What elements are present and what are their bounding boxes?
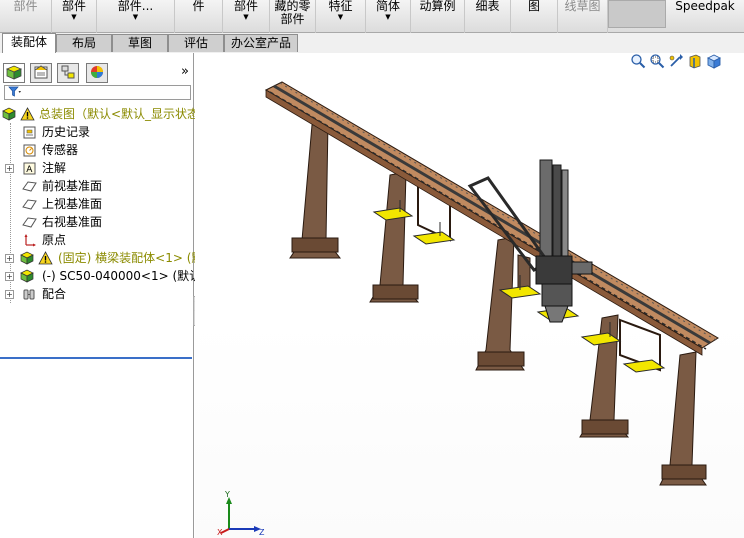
tab-layout[interactable]: 布局 — [56, 34, 112, 52]
tree-item-annotations[interactable]: + A 注解 — [0, 159, 194, 177]
tree-item-history[interactable]: 历史记录 — [0, 123, 194, 141]
tab-evaluate[interactable]: 评估 — [168, 34, 224, 52]
expand-icon[interactable]: + — [5, 254, 14, 263]
coordinate-triad: Y X Z — [217, 491, 265, 537]
gantry-model[interactable] — [195, 53, 744, 538]
ribbon-item-11[interactable]: 线草图 — [558, 0, 608, 33]
ribbon-item-0[interactable]: 部件 — [0, 0, 52, 33]
mates-icon — [22, 287, 37, 301]
configuration-manager-tab-icon[interactable] — [57, 63, 79, 83]
ribbon-item-9[interactable]: 细表 — [465, 0, 511, 33]
subassembly-icon — [20, 251, 35, 265]
tab-assembly[interactable]: 装配体 — [2, 33, 56, 53]
support-leg-5 — [659, 351, 707, 486]
history-icon — [22, 125, 37, 139]
tree-item-sc50-subassembly[interactable]: + (-) SC50-040000<1> (默认 — [0, 267, 201, 285]
annotation-icon: A — [22, 161, 37, 175]
origin-icon — [22, 233, 37, 247]
ribbon-item-6[interactable]: 特征 ▼ — [316, 0, 366, 33]
tree-item-top-plane[interactable]: 上视基准面 — [0, 195, 194, 213]
ribbon-item-1[interactable]: 部件 ▼ — [52, 0, 97, 33]
dropdown-arrow-icon[interactable]: ▼ — [366, 13, 410, 22]
feature-manager-panel: » 总装图（默认<默认_显示状态 历史记录 传感器 + A 注解 前视基准面 上… — [0, 53, 203, 538]
more-tabs-icon[interactable]: » — [181, 64, 189, 79]
tree-filter[interactable] — [4, 85, 191, 100]
tree-item-top-assembly[interactable]: 总装图（默认<默认_显示状态 — [0, 105, 199, 123]
tree-item-origin[interactable]: 原点 — [0, 231, 194, 249]
assembly-icon — [2, 107, 17, 121]
expand-icon[interactable]: + — [5, 290, 14, 299]
dropdown-arrow-icon[interactable]: ▼ — [316, 13, 365, 22]
ribbon-button-selected[interactable] — [608, 0, 666, 28]
panel-toolbar: » — [0, 61, 193, 85]
ribbon-item-speedpak[interactable]: Speedpak — [666, 0, 744, 33]
plane-icon — [22, 179, 37, 193]
ribbon-item-8[interactable]: 动算例 — [411, 0, 465, 33]
feature-manager-tab-icon[interactable] — [3, 63, 25, 83]
warning-icon — [38, 251, 53, 265]
plane-icon — [22, 215, 37, 229]
dropdown-arrow-icon[interactable]: ▼ — [223, 13, 269, 22]
tree-item-mates[interactable]: + 配合 — [0, 285, 194, 303]
command-manager-ribbon: 部件 部件 ▼ 部件... ▼ 件 部件 ▼ 藏的零 部件 特征 ▼ 简体 ▼ 动算例 细表… — [0, 0, 744, 33]
dropdown-arrow-icon[interactable]: ▼ — [97, 13, 174, 22]
command-tabs: 装配体 布局 草图 评估 办公室产品 — [0, 33, 744, 53]
tree-item-beam-subassembly[interactable]: + (固定) 横梁装配体<1> (默 — [0, 249, 203, 267]
ribbon-item-5[interactable]: 藏的零 部件 — [270, 0, 316, 33]
sensor-icon — [22, 143, 37, 157]
triad-x-label: X — [217, 528, 223, 537]
tree-item-right-plane[interactable]: 右视基准面 — [0, 213, 194, 231]
plane-icon — [22, 197, 37, 211]
ribbon-item-3[interactable]: 件 — [175, 0, 223, 33]
tab-office-products[interactable]: 办公室产品 — [224, 34, 298, 52]
ribbon-item-10[interactable]: 图 — [511, 0, 558, 33]
support-leg-1 — [289, 121, 342, 259]
graphics-area[interactable]: Y X Z — [195, 53, 744, 538]
triad-y-label: Y — [224, 491, 230, 499]
ribbon-item-2[interactable]: 部件... ▼ — [97, 0, 175, 33]
tree-item-sensors[interactable]: 传感器 — [0, 141, 194, 159]
expand-icon[interactable]: + — [5, 164, 14, 173]
display-manager-tab-icon[interactable] — [86, 63, 108, 83]
support-leg-3 — [475, 236, 531, 371]
rollback-bar[interactable] — [0, 357, 192, 359]
feature-tree: 总装图（默认<默认_显示状态 历史记录 传感器 + A 注解 前视基准面 上视基… — [0, 105, 203, 303]
ribbon-item-7[interactable]: 简体 ▼ — [366, 0, 411, 33]
dropdown-arrow-icon[interactable]: ▼ — [52, 13, 96, 22]
support-leg-4 — [579, 314, 661, 438]
warning-icon — [20, 107, 35, 121]
tab-sketch[interactable]: 草图 — [112, 34, 168, 52]
ribbon-item-4[interactable]: 部件 ▼ — [223, 0, 270, 33]
property-manager-tab-icon[interactable] — [30, 63, 52, 83]
triad-z-label: Z — [259, 528, 265, 537]
filter-icon — [8, 86, 21, 97]
svg-text:A: A — [26, 165, 33, 175]
expand-icon[interactable]: + — [5, 272, 14, 281]
subassembly-icon — [20, 269, 35, 283]
tree-item-front-plane[interactable]: 前视基准面 — [0, 177, 194, 195]
